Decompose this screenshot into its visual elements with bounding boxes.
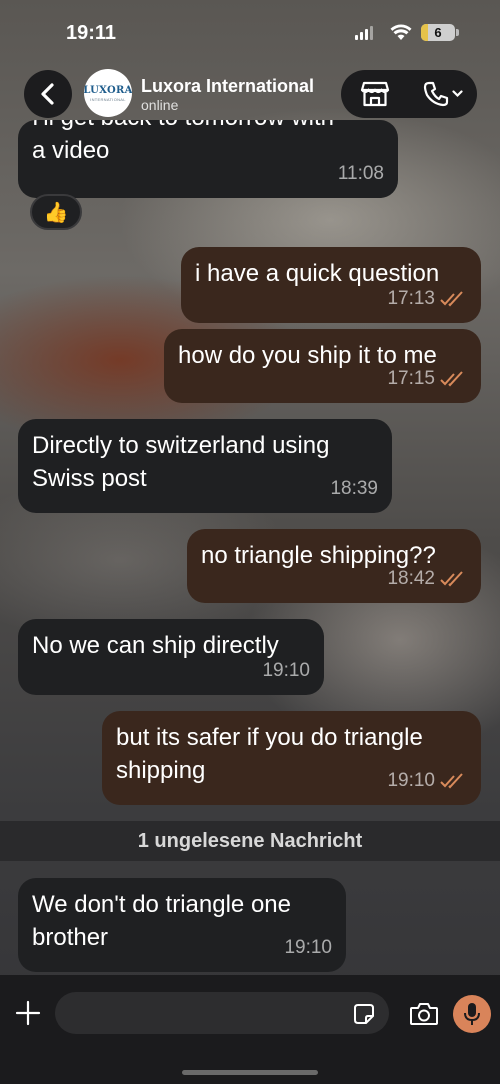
message-bubble[interactable]: but its safer if you do triangle shippin… [102,711,481,805]
message-bubble[interactable]: Directly to switzerland using Swiss post… [18,419,392,513]
status-time: 19:11 [66,22,117,44]
message-time: 17:13 [387,288,435,309]
header-actions [341,70,477,118]
call-button[interactable] [409,81,477,107]
message-bubble[interactable]: We don't do triangle one brother 19:10 [18,878,346,972]
contact-status: online [141,97,179,113]
message-time: 18:39 [330,478,378,499]
avatar-brand: LUXORA [84,84,132,96]
message-bubble[interactable]: no triangle shipping?? 18:42 [187,529,481,603]
back-button[interactable] [24,70,72,118]
message-bubble[interactable]: I'll get back to tomorrow with a video 1… [18,120,398,198]
plus-icon[interactable] [15,1000,41,1026]
microphone-icon [464,1003,480,1025]
message-time: 18:42 [387,568,435,589]
double-check-icon [440,290,463,306]
chevron-down-icon [452,90,463,98]
message-time: 19:10 [387,770,435,791]
double-check-icon [440,772,463,788]
store-button[interactable] [341,81,409,107]
message-text: I'll get back to tomorrow with a video [32,120,334,164]
message-time: 19:10 [262,660,310,681]
avatar-subtitle: INTERNATIONAL [90,96,126,102]
message-time: 17:15 [387,368,435,389]
home-indicator[interactable] [182,1070,318,1075]
message-time: 11:08 [337,163,384,184]
reaction-badge[interactable]: 👍 [30,194,82,230]
double-check-icon [440,370,463,386]
wifi-icon [390,24,412,40]
battery-tip [456,29,459,36]
avatar[interactable]: LUXORA INTERNATIONAL [84,69,132,117]
sticker-icon[interactable] [353,1003,375,1025]
contact-name[interactable]: Luxora International [141,76,314,97]
phone-icon [423,81,449,107]
double-check-icon [440,570,463,586]
store-icon [360,81,390,107]
unread-banner: 1 ungelesene Nachricht [0,821,500,861]
message-bubble[interactable]: i have a quick question 17:13 [181,247,481,323]
message-bubble[interactable]: how do you ship it to me 17:15 [164,329,481,403]
message-time: 19:10 [284,937,332,958]
camera-icon[interactable] [409,1001,439,1027]
cellular-signal-icon [355,26,373,40]
message-input[interactable] [55,992,389,1034]
back-icon [41,83,54,105]
message-bubble[interactable]: No we can ship directly 19:10 [18,619,324,695]
battery-level: 6 [434,25,442,40]
microphone-button[interactable] [453,995,491,1033]
battery-icon: 6 [421,24,455,41]
